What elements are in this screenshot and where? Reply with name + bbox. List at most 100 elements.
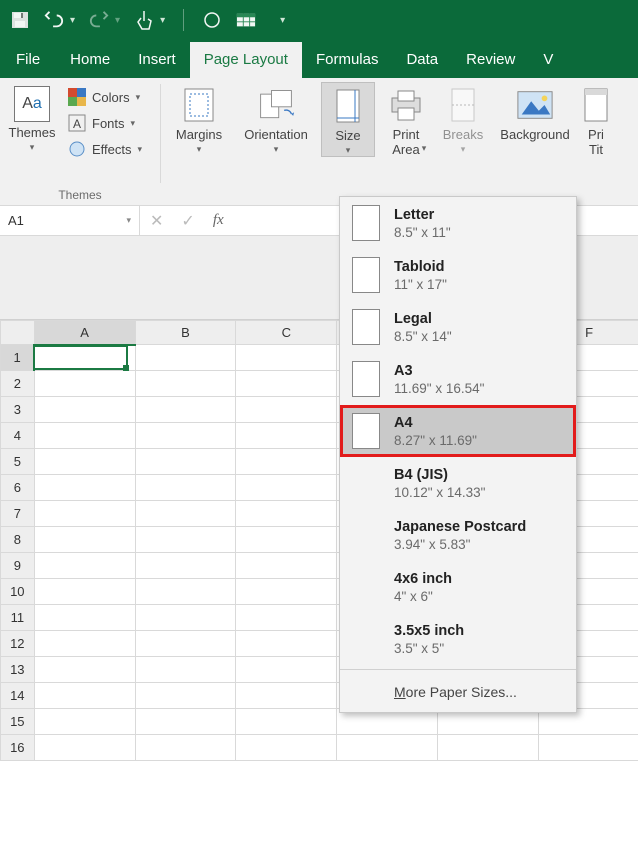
row-header[interactable]: 10: [1, 579, 35, 605]
cell[interactable]: [236, 735, 337, 761]
size-button[interactable]: Size ▾: [321, 82, 375, 157]
print-titles-button[interactable]: Pri Tit: [581, 82, 611, 158]
row-header[interactable]: 7: [1, 501, 35, 527]
themes-button[interactable]: Aa Themes ▾: [6, 82, 58, 153]
row-header[interactable]: 4: [1, 423, 35, 449]
breaks-button[interactable]: Breaks ▾: [437, 82, 489, 155]
cell[interactable]: [135, 605, 236, 631]
cell[interactable]: [34, 397, 135, 423]
cell[interactable]: [135, 371, 236, 397]
background-button[interactable]: Background: [495, 82, 575, 143]
redo-caret-icon[interactable]: ▾: [115, 15, 120, 26]
print-area-button[interactable]: Print Area ▾: [381, 82, 431, 154]
size-option-a4[interactable]: A48.27" x 11.69": [340, 405, 576, 457]
column-header[interactable]: B: [135, 321, 236, 345]
cell[interactable]: [236, 475, 337, 501]
tab-insert[interactable]: Insert: [124, 42, 190, 78]
record-icon[interactable]: [202, 10, 222, 30]
tab-home[interactable]: Home: [56, 42, 124, 78]
cell[interactable]: [135, 449, 236, 475]
effects-button[interactable]: Effects ▾: [64, 136, 144, 162]
customize-qat-caret-icon[interactable]: ▾: [280, 15, 285, 26]
cell[interactable]: [34, 553, 135, 579]
size-option-tabloid[interactable]: Tabloid11" x 17": [340, 249, 576, 301]
cell[interactable]: [135, 423, 236, 449]
row-header[interactable]: 14: [1, 683, 35, 709]
more-paper-sizes[interactable]: More Paper Sizes...: [340, 674, 576, 712]
row-header[interactable]: 12: [1, 631, 35, 657]
cell[interactable]: [135, 527, 236, 553]
column-header[interactable]: A: [34, 321, 135, 345]
row-header[interactable]: 6: [1, 475, 35, 501]
tab-page-layout[interactable]: Page Layout: [190, 42, 302, 78]
cell[interactable]: [236, 423, 337, 449]
cell[interactable]: [236, 371, 337, 397]
row-header[interactable]: 16: [1, 735, 35, 761]
row-header[interactable]: 15: [1, 709, 35, 735]
cell[interactable]: [34, 735, 135, 761]
cell[interactable]: [236, 397, 337, 423]
cell[interactable]: [34, 371, 135, 397]
size-option-letter[interactable]: Letter8.5" x 11": [340, 197, 576, 249]
undo-icon[interactable]: [44, 10, 64, 30]
colors-button[interactable]: Colors ▾: [64, 84, 144, 110]
touch-mode-icon[interactable]: [134, 10, 154, 30]
cell[interactable]: [236, 449, 337, 475]
cell[interactable]: [438, 735, 539, 761]
cell[interactable]: [34, 449, 135, 475]
cell[interactable]: [236, 553, 337, 579]
size-option-japanese-postcard[interactable]: Japanese Postcard3.94" x 5.83": [340, 509, 576, 561]
cell[interactable]: [236, 527, 337, 553]
fx-icon[interactable]: fx: [213, 212, 224, 229]
orientation-button[interactable]: Orientation ▾: [237, 82, 315, 155]
cell[interactable]: [236, 579, 337, 605]
cell[interactable]: [539, 735, 638, 761]
cell[interactable]: [34, 631, 135, 657]
row-header[interactable]: 11: [1, 605, 35, 631]
tab-data[interactable]: Data: [392, 42, 452, 78]
undo-caret-icon[interactable]: ▾: [70, 15, 75, 26]
cell[interactable]: [236, 631, 337, 657]
cell[interactable]: [34, 605, 135, 631]
tab-formulas[interactable]: Formulas: [302, 42, 393, 78]
row-header[interactable]: 9: [1, 553, 35, 579]
tab-v[interactable]: V: [529, 42, 567, 78]
name-box[interactable]: A1 ▾: [0, 206, 140, 235]
tab-review[interactable]: Review: [452, 42, 529, 78]
row-header[interactable]: 5: [1, 449, 35, 475]
cell[interactable]: [135, 709, 236, 735]
cell[interactable]: [34, 501, 135, 527]
row-header[interactable]: 2: [1, 371, 35, 397]
size-option-b4-jis-[interactable]: B4 (JIS)10.12" x 14.33": [340, 457, 576, 509]
margins-button[interactable]: Margins ▾: [167, 82, 231, 155]
cell[interactable]: [236, 605, 337, 631]
cell[interactable]: [135, 475, 236, 501]
row-header[interactable]: 13: [1, 657, 35, 683]
cell[interactable]: [236, 345, 337, 371]
row-header[interactable]: 3: [1, 397, 35, 423]
fonts-button[interactable]: A Fonts ▾: [64, 110, 144, 136]
cell[interactable]: [135, 501, 236, 527]
cell[interactable]: [34, 423, 135, 449]
tab-file[interactable]: File: [10, 42, 56, 78]
cell[interactable]: [34, 527, 135, 553]
size-option-4x6-inch[interactable]: 4x6 inch4" x 6": [340, 561, 576, 613]
cell[interactable]: [135, 683, 236, 709]
cell[interactable]: [236, 709, 337, 735]
size-option-legal[interactable]: Legal8.5" x 14": [340, 301, 576, 353]
cell[interactable]: [34, 657, 135, 683]
chevron-down-icon[interactable]: ▾: [126, 215, 131, 226]
touch-caret-icon[interactable]: ▾: [160, 15, 165, 26]
cell[interactable]: [135, 735, 236, 761]
cell[interactable]: [135, 579, 236, 605]
cell[interactable]: [236, 683, 337, 709]
cell[interactable]: [135, 397, 236, 423]
row-header[interactable]: 8: [1, 527, 35, 553]
cell[interactable]: [236, 501, 337, 527]
cell[interactable]: [236, 657, 337, 683]
size-option-3-5x5-inch[interactable]: 3.5x5 inch3.5" x 5": [340, 613, 576, 665]
cell[interactable]: [337, 735, 438, 761]
cell[interactable]: [34, 345, 135, 371]
save-icon[interactable]: [10, 10, 30, 30]
cell[interactable]: [34, 709, 135, 735]
